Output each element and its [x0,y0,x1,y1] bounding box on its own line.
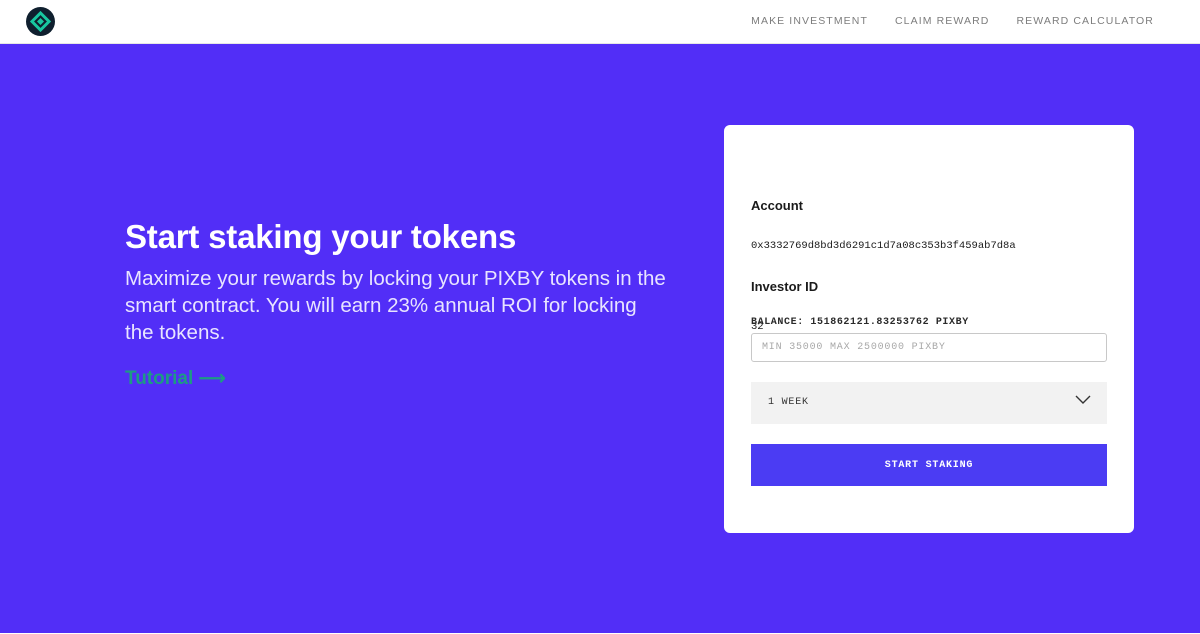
investor-id-label: Investor ID [751,279,819,294]
start-staking-button[interactable]: START STAKING [751,444,1107,486]
nav-reward-calculator[interactable]: REWARD CALCULATOR [1016,15,1154,27]
balance-text: BALANCE: 151862121.83253762 PIXBY [751,317,969,328]
account-label: Account [751,198,803,213]
chevron-down-icon [1075,395,1091,404]
stake-amount-input[interactable] [751,333,1107,362]
nav-make-investment[interactable]: MAKE INVESTMENT [751,15,868,27]
hero-description: Maximize your rewards by locking your PI… [125,267,666,344]
staking-card: Account 0x3332769d8bd3d6291c1d7a08c353b3… [724,125,1134,533]
nav-menu: MAKE INVESTMENT CLAIM REWARD REWARD CALC… [751,0,1154,42]
hero-title: Start staking your tokens [125,218,517,255]
account-address: 0x3332769d8bd3d6291c1d7a08c353b3f459ab7d… [751,240,1016,252]
hero-section: Start staking your tokens Maximize your … [0,44,1200,633]
top-navbar: MAKE INVESTMENT CLAIM REWARD REWARD CALC… [0,0,1200,44]
duration-selected-value: 1 WEEK [768,397,809,408]
tutorial-link[interactable]: Tutorial ⟶ [125,367,226,390]
pixby-logo-icon[interactable] [26,7,55,36]
nav-claim-reward[interactable]: CLAIM REWARD [895,15,989,27]
lock-duration-select[interactable]: 1 WEEK [751,382,1107,424]
